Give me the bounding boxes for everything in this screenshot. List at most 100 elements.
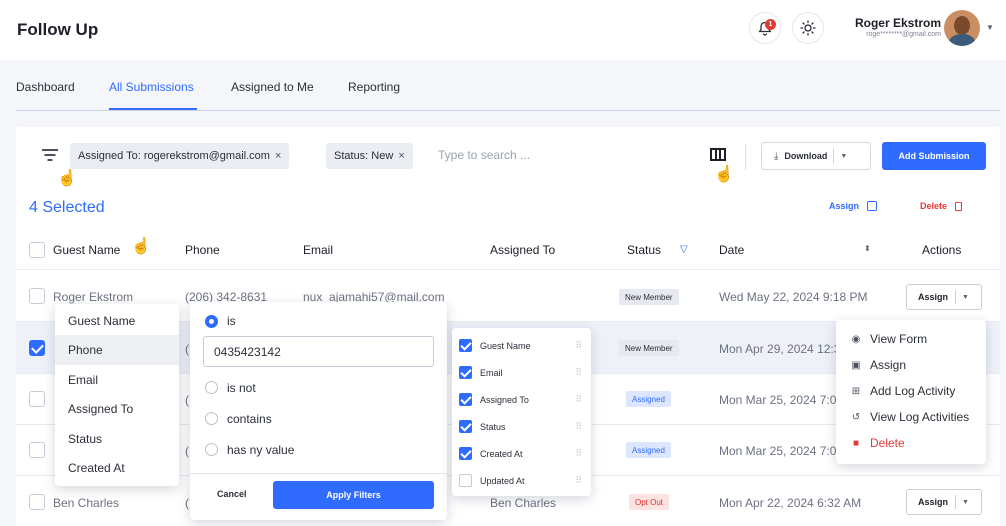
panel-divider — [190, 473, 447, 474]
tab-dashboard[interactable]: Dashboard — [16, 80, 75, 94]
row-assign-button[interactable]: Assign ▼ — [906, 489, 982, 515]
notification-count-badge: 1 — [765, 19, 776, 30]
condition-is-radio[interactable] — [205, 315, 218, 328]
filter-lines-icon[interactable] — [42, 148, 58, 162]
menu-item-assign[interactable]: ▣ Assign — [836, 352, 986, 378]
menu-item-label: Add Log Activity — [870, 384, 956, 398]
drag-handle-icon[interactable]: ⠿ — [575, 340, 582, 351]
column-toggle-assigned-to[interactable]: Assigned To ⠿ — [452, 386, 591, 413]
condition-is-not-radio[interactable] — [205, 381, 218, 394]
row-checkbox[interactable] — [29, 391, 45, 407]
history-icon: ↺ — [851, 411, 861, 423]
select-all-checkbox[interactable] — [29, 242, 45, 258]
filter-chip-assigned-to[interactable]: Assigned To: rogerekstrom@gmail.com × — [70, 143, 290, 169]
status-badge: New Member — [619, 340, 679, 356]
condition-contains-radio[interactable] — [205, 412, 218, 425]
close-icon[interactable]: × — [398, 150, 404, 162]
filter-value-input[interactable]: 0435423142 — [203, 336, 434, 367]
user-name: Roger Ekstrom — [854, 16, 941, 30]
menu-item-label: View Log Activities — [870, 410, 970, 424]
phone-cell: ( — [185, 444, 189, 458]
chevron-down-icon[interactable]: ▼ — [962, 499, 969, 506]
funnel-icon[interactable]: ▽ — [680, 244, 688, 255]
column-header-guest-name[interactable]: Guest Name — [53, 243, 120, 257]
checkbox-icon[interactable] — [459, 339, 472, 352]
column-header-date[interactable]: Date — [719, 243, 744, 257]
column-toggle-updated-at[interactable]: Updated At ⠿ — [452, 467, 591, 494]
column-header-phone[interactable]: Phone — [185, 243, 220, 257]
field-option-guest-name[interactable]: Guest Name — [55, 306, 179, 336]
menu-item-view-log-activities[interactable]: ↺ View Log Activities — [836, 404, 986, 430]
chevron-down-icon[interactable]: ▼ — [840, 153, 847, 160]
field-option-email[interactable]: Email — [55, 365, 179, 395]
field-option-status[interactable]: Status — [55, 424, 179, 454]
drag-handle-icon[interactable]: ⠿ — [575, 394, 582, 405]
tabs-divider — [16, 110, 1000, 111]
checkbox-icon[interactable] — [459, 393, 472, 406]
row-checkbox[interactable] — [29, 288, 45, 304]
menu-item-add-log-activity[interactable]: ⊞ Add Log Activity — [836, 378, 986, 404]
bulk-assign-button[interactable]: Assign — [829, 201, 878, 211]
sort-icon[interactable]: ⬍ — [864, 244, 871, 253]
filter-chip-status[interactable]: Status: New × — [326, 143, 413, 169]
tab-reporting[interactable]: Reporting — [348, 80, 400, 94]
checkbox-icon[interactable] — [459, 420, 472, 433]
menu-item-delete[interactable]: ■ Delete — [836, 430, 986, 456]
chevron-down-icon[interactable]: ▼ — [986, 23, 994, 32]
add-submission-button[interactable]: Add Submission — [882, 142, 986, 170]
menu-item-label: Assign — [870, 358, 907, 372]
field-option-phone[interactable]: Phone — [55, 335, 179, 365]
search-input[interactable]: Type to search ... — [438, 148, 530, 162]
column-toggle-label: Status — [480, 421, 506, 432]
filter-field-picker: Guest Name Phone Email Assigned To Statu… — [55, 304, 179, 486]
column-toggle-status[interactable]: Status ⠿ — [452, 413, 591, 440]
condition-has-any-value-label: has ny value — [227, 443, 295, 457]
condition-has-any-value-radio[interactable] — [205, 443, 218, 456]
column-header-email[interactable]: Email — [303, 243, 333, 257]
avatar[interactable] — [944, 10, 980, 46]
guest-name-cell: Ben Charles — [53, 496, 120, 510]
checkbox-icon[interactable] — [459, 447, 472, 460]
column-header-assigned-to[interactable]: Assigned To — [490, 243, 555, 257]
apply-filters-button[interactable]: Apply Filters — [273, 481, 434, 509]
theme-toggle-button[interactable] — [792, 12, 824, 44]
column-visibility-picker: Guest Name ⠿ Email ⠿ Assigned To ⠿ Statu… — [452, 328, 591, 496]
drag-handle-icon[interactable]: ⠿ — [575, 367, 582, 378]
assign-icon: ▣ — [851, 359, 861, 371]
drag-handle-icon[interactable]: ⠿ — [575, 448, 582, 459]
row-checkbox[interactable] — [29, 340, 45, 356]
date-cell: Mon Apr 29, 2024 12:39 — [719, 342, 848, 356]
chevron-down-icon[interactable]: ▼ — [962, 294, 969, 301]
row-assign-button[interactable]: Assign ▼ — [906, 284, 982, 310]
checkbox-icon[interactable] — [459, 474, 472, 487]
status-badge: Assigned — [626, 391, 671, 407]
trash-icon — [955, 201, 963, 211]
column-toggle-email[interactable]: Email ⠿ — [452, 359, 591, 386]
close-icon[interactable]: × — [275, 150, 281, 162]
date-cell: Mon Mar 25, 2024 7:03 — [719, 393, 844, 407]
status-badge: New Member — [619, 289, 679, 305]
condition-is-label: is — [227, 314, 236, 328]
tab-all-submissions[interactable]: All Submissions — [109, 80, 194, 94]
checkbox-icon[interactable] — [459, 366, 472, 379]
column-header-status[interactable]: Status — [627, 243, 661, 257]
column-toggle-created-at[interactable]: Created At ⠿ — [452, 440, 591, 467]
condition-contains-label: contains — [227, 412, 272, 426]
column-toggle-guest-name[interactable]: Guest Name ⠿ — [452, 332, 591, 359]
column-toggle-label: Assigned To — [480, 394, 529, 405]
tab-assigned-to-me[interactable]: Assigned to Me — [231, 80, 314, 94]
menu-item-view-form[interactable]: ◉ View Form — [836, 326, 986, 352]
drag-handle-icon[interactable]: ⠿ — [575, 475, 582, 486]
notifications-button[interactable]: 1 — [749, 12, 781, 44]
row-checkbox[interactable] — [29, 442, 45, 458]
download-button[interactable]: ⤓ Download ▼ — [761, 142, 871, 170]
assign-label: Assign — [918, 292, 949, 302]
field-option-assigned-to[interactable]: Assigned To — [55, 394, 179, 424]
cancel-button[interactable]: Cancel — [217, 489, 247, 499]
columns-icon[interactable] — [710, 148, 726, 161]
column-toggle-label: Updated At — [480, 475, 525, 486]
row-checkbox[interactable] — [29, 494, 45, 510]
drag-handle-icon[interactable]: ⠿ — [575, 421, 582, 432]
field-option-created-at[interactable]: Created At — [55, 453, 179, 483]
bulk-delete-button[interactable]: Delete — [920, 201, 963, 211]
